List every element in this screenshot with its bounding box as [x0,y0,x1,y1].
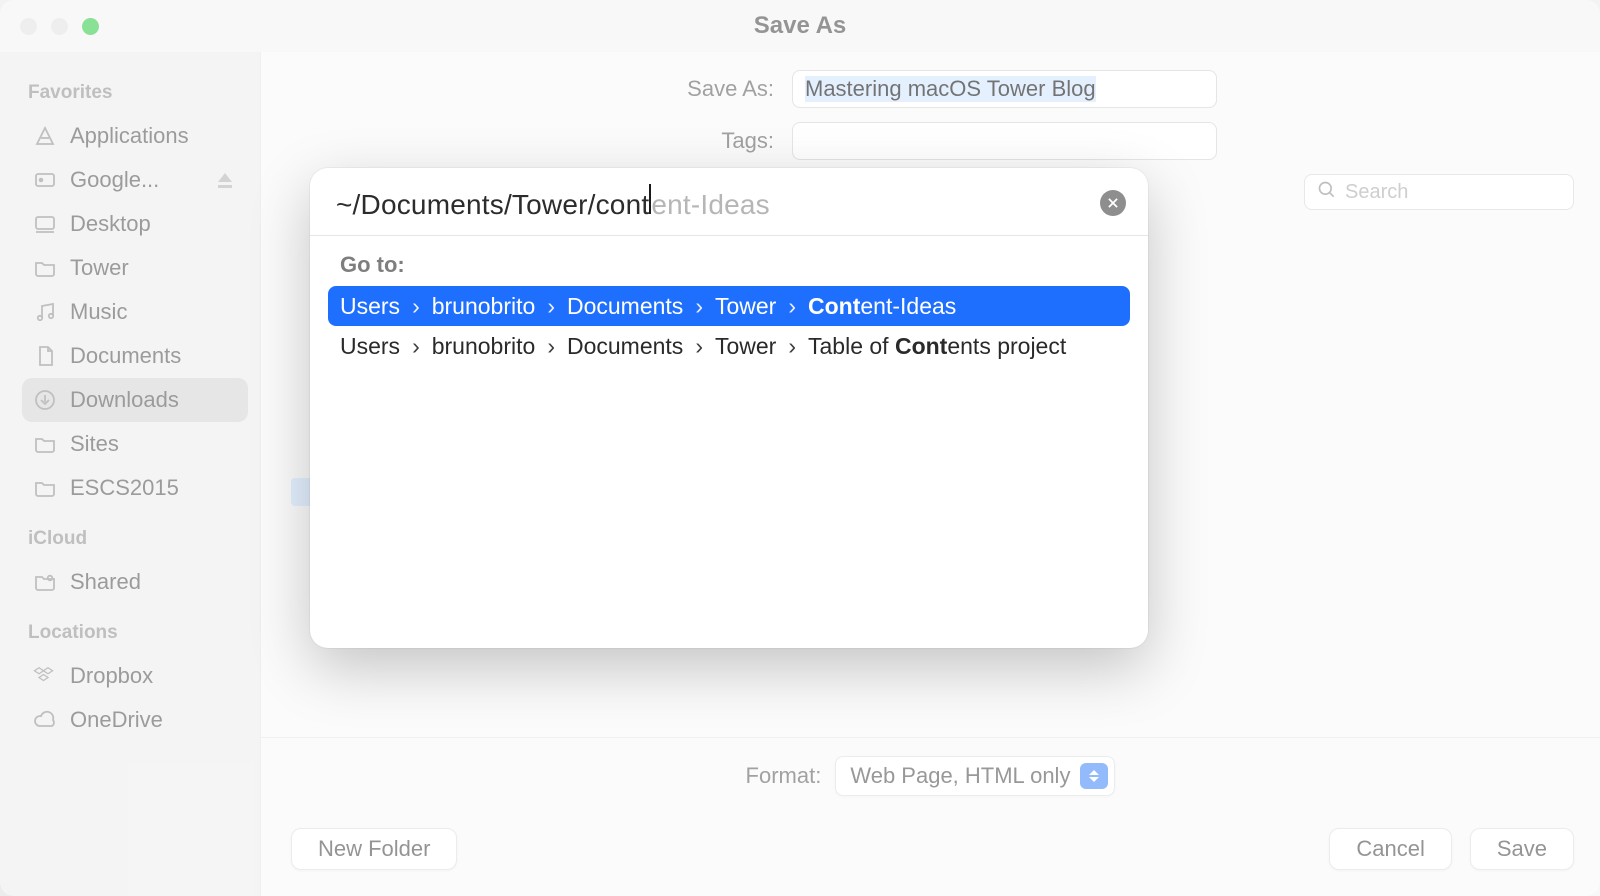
tags-field[interactable] [792,122,1217,160]
sidebar-item-label: ESCS2015 [70,475,238,501]
search-field[interactable] [1304,174,1574,210]
finder-sidebar: Favorites Applications Google... Desktop Tow… [0,52,260,896]
chevron-right-icon: › [689,293,709,320]
sidebar-item-onedrive[interactable]: OneDrive [22,698,248,742]
chevron-right-icon: › [406,293,426,320]
path-segment: Users [340,333,400,360]
format-value: Web Page, HTML only [850,763,1070,789]
path-segment: Tower [715,333,776,360]
sidebar-item-label: Tower [70,255,238,281]
sidebar-item-label: Dropbox [70,663,238,689]
goto-result-item[interactable]: Users›brunobrito›Documents›Tower›Content… [328,286,1130,326]
path-segment: Content-Ideas [808,293,956,320]
goto-path-input[interactable]: ~/Documents/Tower/content-Ideas [336,184,1088,221]
sidebar-item-escs2015[interactable]: ESCS2015 [22,466,248,510]
saveas-filename-value: Mastering macOS Tower Blog [805,76,1096,102]
eject-icon[interactable] [212,167,238,193]
sidebar-item-google-[interactable]: Google... [22,158,248,202]
sidebar-item-label: OneDrive [70,707,238,733]
shared-icon [32,569,58,595]
new-folder-button[interactable]: New Folder [291,828,457,870]
goto-autocomplete-suffix: ent-Ideas [651,189,770,221]
sidebar-item-label: Documents [70,343,238,369]
chevron-right-icon: › [541,333,561,360]
save-button[interactable]: Save [1470,828,1574,870]
dropbox-icon [32,663,58,689]
cloud-icon [32,707,58,733]
sidebar-item-label: Shared [70,569,238,595]
saveas-label: Save As: [644,76,774,102]
path-segment: Tower [715,293,776,320]
chevron-right-icon: › [541,293,561,320]
sidebar-section-label: Favorites [28,82,248,104]
chevron-right-icon: › [406,333,426,360]
folder-icon [32,431,58,457]
folder-icon [32,255,58,281]
path-segment: brunobrito [432,333,536,360]
path-segment: brunobrito [432,293,536,320]
cancel-button[interactable]: Cancel [1329,828,1451,870]
sidebar-item-desktop[interactable]: Desktop [22,202,248,246]
music-icon [32,299,58,325]
tags-label: Tags: [644,128,774,154]
sidebar-item-label: Sites [70,431,238,457]
sidebar-item-documents[interactable]: Documents [22,334,248,378]
goto-result-item[interactable]: Users›brunobrito›Documents›Tower›Table o… [328,326,1130,366]
path-segment: Documents [567,333,683,360]
chevron-right-icon: › [689,333,709,360]
titlebar: Save As [0,0,1600,52]
sidebar-item-shared[interactable]: Shared [22,560,248,604]
sidebar-section-label: iCloud [28,528,248,550]
chevron-right-icon: › [782,293,802,320]
path-segment: Users [340,293,400,320]
goto-results-list: Users›brunobrito›Documents›Tower›Content… [310,286,1148,366]
folder-icon [32,475,58,501]
sidebar-section-label: Locations [28,622,248,644]
search-icon [1317,180,1337,205]
goto-section-label: Go to: [310,236,1148,286]
doc-icon [32,343,58,369]
app-icon [32,123,58,149]
sidebar-item-label: Applications [70,123,238,149]
sidebar-item-dropbox[interactable]: Dropbox [22,654,248,698]
format-popup-button[interactable]: Web Page, HTML only [835,756,1115,796]
sidebar-item-tower[interactable]: Tower [22,246,248,290]
goto-typed-text: ~/Documents/Tower/cont [336,189,649,221]
path-segment: Table of Contents project [808,333,1066,360]
chevron-right-icon: › [782,333,802,360]
goto-folder-popover: ~/Documents/Tower/content-Ideas Go to: U… [310,168,1148,648]
saveas-filename-field[interactable]: Mastering macOS Tower Blog [792,70,1217,108]
clear-input-button[interactable] [1100,190,1126,216]
sidebar-item-music[interactable]: Music [22,290,248,334]
sidebar-item-downloads[interactable]: Downloads [22,378,248,422]
desktop-icon [32,211,58,237]
sidebar-item-label: Desktop [70,211,238,237]
format-label: Format: [746,763,822,789]
path-segment: Documents [567,293,683,320]
sidebar-item-label: Downloads [70,387,238,413]
sidebar-item-label: Music [70,299,238,325]
search-input[interactable] [1345,181,1561,204]
download-icon [32,387,58,413]
sidebar-item-sites[interactable]: Sites [22,422,248,466]
window-title: Save As [0,12,1600,40]
drive-icon [32,167,58,193]
popup-caret-icon [1080,763,1108,789]
sidebar-item-label: Google... [70,167,200,193]
sidebar-item-applications[interactable]: Applications [22,114,248,158]
